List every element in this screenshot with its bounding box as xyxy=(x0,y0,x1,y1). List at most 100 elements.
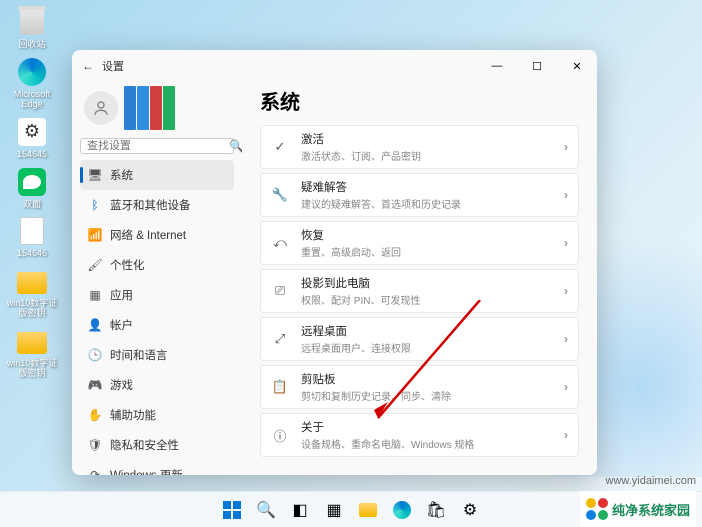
sidebar-item-apps[interactable]: ▦ 应用 xyxy=(80,280,234,310)
desktop-icon-edge[interactable]: Microsoft Edge xyxy=(4,56,60,110)
card-activation[interactable]: ✓ 激活激活状态、订阅、产品密钥› xyxy=(260,125,579,169)
card-subtitle: 激活状态、订阅、产品密钥 xyxy=(301,148,564,163)
brand-logo: 纯净系统家园 xyxy=(580,491,696,527)
window-title: 设置 xyxy=(102,58,124,74)
card-about[interactable]: ⓘ 关于设备规格、重命名电脑、Windows 规格› xyxy=(260,413,579,457)
sidebar-item-privacy[interactable]: 🛡 隐私和安全性 xyxy=(80,430,234,460)
sidebar-item-bluetooth[interactable]: ᛒ 蓝牙和其他设备 xyxy=(80,190,234,220)
books-image xyxy=(124,86,180,130)
explorer-icon[interactable] xyxy=(353,495,383,525)
close-button[interactable]: ✕ xyxy=(557,50,597,82)
taskbar-search-icon[interactable]: 🔍 xyxy=(251,495,281,525)
nav-list: 🖥系统 ᛒ 蓝牙和其他设备 📶 网络 & Internet 🖌 个性化 ▦ 应用 👤 帐户… xyxy=(80,160,234,475)
card-title: 剪贴板 xyxy=(301,371,564,387)
card-remote-desktop[interactable]: ⤢远程桌面远程桌面用户、连接权限› xyxy=(260,317,579,361)
edge-taskbar-icon[interactable] xyxy=(387,495,417,525)
sidebar-item-label: 网络 & Internet xyxy=(110,227,186,243)
back-button[interactable]: ← xyxy=(82,59,102,73)
clipboard-icon: 📋 xyxy=(271,378,289,396)
chevron-right-icon: › xyxy=(564,380,568,394)
user-icon: 👤 xyxy=(88,318,102,332)
clock-icon: 🕒 xyxy=(88,348,102,362)
chevron-right-icon: › xyxy=(564,284,568,298)
gamepad-icon: 🎮 xyxy=(88,378,102,392)
sidebar-item-gaming[interactable]: 🎮 游戏 xyxy=(80,370,234,400)
desktop-icon-wechat[interactable]: 双面 xyxy=(4,166,60,210)
card-projecting[interactable]: ⎚投影到此电脑权限、配对 PIN、可发现性› xyxy=(260,269,579,313)
sidebar-item-network[interactable]: 📶 网络 & Internet xyxy=(80,220,234,250)
card-clipboard[interactable]: 📋 剪贴板剪切和复制历史记录、同步、清除› xyxy=(260,365,579,409)
sidebar-item-label: 时间和语言 xyxy=(110,347,168,363)
accessibility-icon: ✋ xyxy=(88,408,102,422)
start-button[interactable] xyxy=(217,495,247,525)
card-title: 投影到此电脑 xyxy=(301,275,564,291)
chevron-right-icon: › xyxy=(564,188,568,202)
minimize-button[interactable]: — xyxy=(477,50,517,82)
chevron-right-icon: › xyxy=(564,140,568,154)
shield-icon: 🛡 xyxy=(88,438,102,452)
apps-icon: ▦ xyxy=(88,288,102,302)
user-block[interactable] xyxy=(80,82,234,138)
sidebar-item-label: 系统 xyxy=(110,167,133,183)
wifi-icon: 📶 xyxy=(88,228,102,242)
settings-taskbar-icon[interactable]: ⚙ xyxy=(455,495,485,525)
recovery-icon: ⤺ xyxy=(271,234,289,252)
sidebar-item-label: 隐私和安全性 xyxy=(110,437,179,453)
card-subtitle: 建议的疑难解答、首选项和历史记录 xyxy=(301,196,564,211)
title-bar: ← 设置 — ☐ ✕ xyxy=(72,50,597,82)
card-title: 疑难解答 xyxy=(301,179,564,195)
card-troubleshoot[interactable]: 🔧 疑难解答建议的疑难解答、首选项和历史记录› xyxy=(260,173,579,217)
info-icon: ⓘ xyxy=(271,426,289,444)
card-subtitle: 重置、高级启动、返回 xyxy=(301,244,564,259)
sidebar-item-time-language[interactable]: 🕒 时间和语言 xyxy=(80,340,234,370)
sidebar-item-accessibility[interactable]: ✋ 辅助功能 xyxy=(80,400,234,430)
sidebar-item-label: 游戏 xyxy=(110,377,133,393)
brand-dots-icon xyxy=(586,498,608,520)
desktop-icon-folder-2[interactable]: win10数字证版密钥 xyxy=(4,325,60,379)
maximize-button[interactable]: ☐ xyxy=(517,50,557,82)
sidebar-item-label: 辅助功能 xyxy=(110,407,156,423)
sidebar-item-update[interactable]: ⟳Windows 更新 xyxy=(80,460,234,475)
card-title: 恢复 xyxy=(301,227,564,243)
page-heading: 系统 xyxy=(260,86,579,115)
sidebar: 🔍 🖥系统 ᛒ 蓝牙和其他设备 📶 网络 & Internet 🖌 个性化 ▦ 应用 👤… xyxy=(72,82,242,475)
watermark: www.yidaimei.com xyxy=(606,475,696,487)
chevron-right-icon: › xyxy=(564,428,568,442)
brush-icon: 🖌 xyxy=(88,258,102,272)
sidebar-item-personalization[interactable]: 🖌 个性化 xyxy=(80,250,234,280)
chevron-right-icon: › xyxy=(564,236,568,250)
desktop-icon-folder-1[interactable]: win10数字证版密钥 xyxy=(4,265,60,319)
bluetooth-icon: ᛒ xyxy=(88,198,102,212)
search-box[interactable]: 🔍 xyxy=(80,138,234,154)
desktop-icon-settings-shortcut[interactable]: ⚙154645 xyxy=(4,116,60,160)
card-title: 激活 xyxy=(301,131,564,147)
card-recovery[interactable]: ⤺ 恢复重置、高级启动、返回› xyxy=(260,221,579,265)
content: 系统 ✓激活激活状态、订阅、产品密钥› 🔧疑难解答建议的疑难解答、首选项和历史记… xyxy=(242,82,597,475)
task-view-icon[interactable]: ◧ xyxy=(285,495,315,525)
desktop-icon-textfile[interactable]: 154646 xyxy=(4,215,60,259)
card-subtitle: 剪切和复制历史记录、同步、清除 xyxy=(301,388,564,403)
sidebar-item-accounts[interactable]: 👤 帐户 xyxy=(80,310,234,340)
check-icon: ✓ xyxy=(271,138,289,156)
avatar xyxy=(84,91,118,125)
settings-window: ← 设置 — ☐ ✕ 🔍 🖥系统 ᛒ 蓝牙和其他设备 📶 网络 & Internet… xyxy=(72,50,597,475)
widgets-icon[interactable]: ▦ xyxy=(319,495,349,525)
sidebar-item-label: 蓝牙和其他设备 xyxy=(110,197,191,213)
store-icon[interactable]: 🛍 xyxy=(421,495,451,525)
card-title: 远程桌面 xyxy=(301,323,564,339)
sidebar-item-label: 个性化 xyxy=(110,257,145,273)
remote-icon: ⤢ xyxy=(271,330,289,348)
card-subtitle: 设备规格、重命名电脑、Windows 规格 xyxy=(301,436,564,451)
desktop-icon-recycle-bin[interactable]: 回收站 xyxy=(4,6,60,50)
sidebar-item-label: 帐户 xyxy=(110,317,133,333)
project-icon: ⎚ xyxy=(271,282,289,300)
chevron-right-icon: › xyxy=(564,332,568,346)
sidebar-item-label: Windows 更新 xyxy=(110,467,183,475)
sidebar-item-label: 应用 xyxy=(110,287,133,303)
search-input[interactable] xyxy=(87,140,229,152)
wrench-icon: 🔧 xyxy=(271,186,289,204)
sidebar-item-system[interactable]: 🖥系统 xyxy=(80,160,234,190)
brand-text: 纯净系统家园 xyxy=(612,500,690,519)
desktop-icons: 回收站 Microsoft Edge ⚙154645 双面 154646 win… xyxy=(4,6,60,379)
card-title: 关于 xyxy=(301,419,564,435)
